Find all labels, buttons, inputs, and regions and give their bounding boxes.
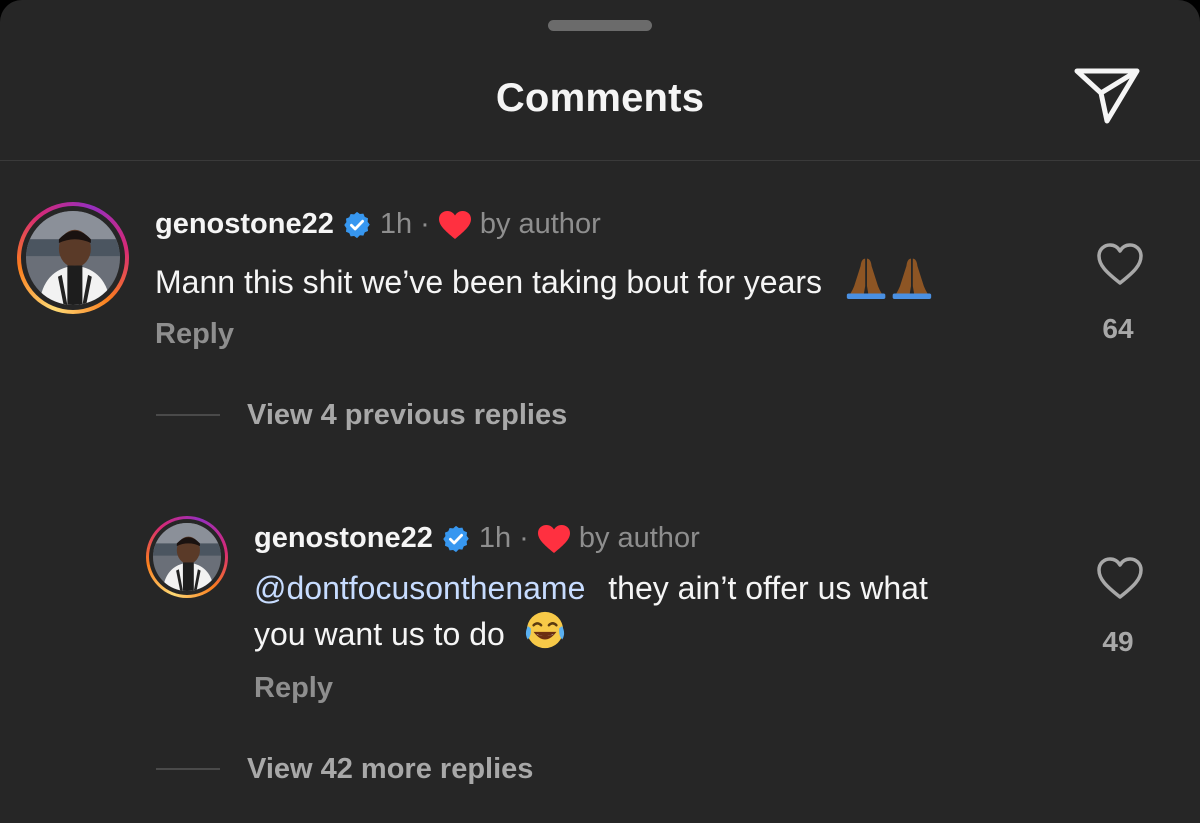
avatar[interactable] (146, 516, 228, 598)
liked-by-author-label: by author (479, 208, 601, 240)
thread-line (156, 414, 220, 416)
view-more-replies-button[interactable]: View 42 more replies (247, 753, 533, 786)
sheet-drag-handle[interactable] (548, 20, 652, 31)
comment-meta: genostone22 1h · by author (155, 208, 601, 241)
avatar[interactable] (17, 202, 129, 314)
face-with-tears-of-joy-icon (524, 609, 566, 661)
verified-badge-icon (441, 524, 471, 554)
separator-dot: · (519, 522, 529, 554)
mention-link[interactable]: @dontfocusonthename (254, 570, 585, 606)
avatar-photo (153, 523, 221, 591)
like-count: 49 (1102, 626, 1134, 657)
comment-line-2: you want us to do (254, 609, 928, 661)
liked-by-author-label: by author (578, 522, 700, 554)
comment-text: @dontfocusonthename they ain’t offer us … (254, 568, 928, 661)
header-divider (0, 160, 1200, 161)
comment-username[interactable]: genostone22 (155, 208, 334, 241)
view-previous-replies-button[interactable]: View 4 previous replies (247, 399, 567, 432)
author-liked-heart-icon (537, 524, 571, 554)
comment-body: Mann this shit we’ve been taking bout fo… (155, 264, 823, 300)
comment-timestamp: 1h (478, 522, 512, 554)
verified-badge-icon (342, 210, 372, 240)
heart-outline-icon[interactable] (1096, 242, 1144, 286)
comment-text: Mann this shit we’ve been taking bout fo… (155, 255, 937, 309)
reply-button[interactable]: Reply (254, 672, 333, 705)
avatar-photo (26, 211, 120, 305)
comment-timestamp: 1h (379, 208, 413, 240)
comment-username[interactable]: genostone22 (254, 522, 433, 555)
thread-line (156, 768, 220, 770)
comment-body-line-1: they ain’t offer us what (608, 570, 928, 606)
comment-line-1: @dontfocusonthename they ain’t offer us … (254, 568, 928, 609)
comments-sheet: Comments genostone22 1h · by author Mann… (0, 0, 1200, 823)
separator-dot: · (420, 208, 430, 240)
comment-body-line-2: you want us to do (254, 616, 505, 652)
page-title: Comments (495, 76, 705, 120)
heart-outline-icon[interactable] (1096, 556, 1144, 600)
author-liked-heart-icon (438, 210, 472, 240)
like-count: 64 (1102, 313, 1134, 344)
folded-hands-icon (841, 255, 937, 309)
reply-button[interactable]: Reply (155, 318, 234, 351)
comment-meta: genostone22 1h · by author (254, 522, 700, 555)
paper-plane-icon[interactable] (1072, 66, 1142, 126)
